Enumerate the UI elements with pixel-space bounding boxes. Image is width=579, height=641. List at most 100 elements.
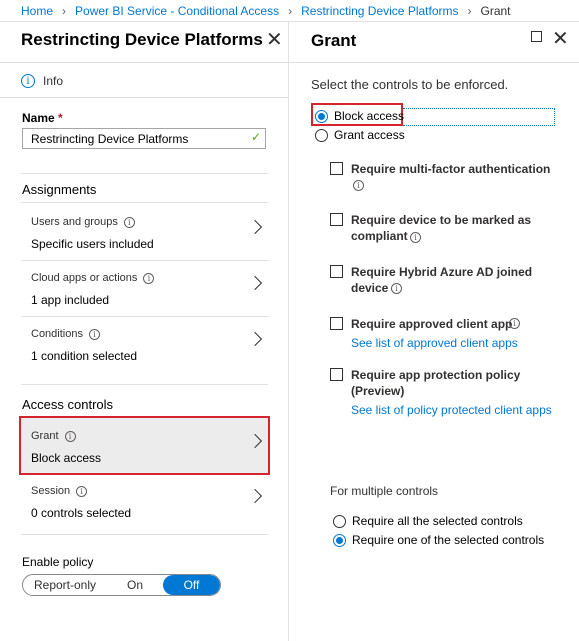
access-controls-heading: Access controls [22,397,114,412]
checkbox[interactable] [330,265,343,278]
info-button[interactable]: i Info [21,74,63,88]
toggle-report-only[interactable]: Report-only [23,575,107,595]
name-label: Name * [22,111,63,125]
access-control-session[interactable]: Session i 0 controls selected [21,473,268,528]
radio-button[interactable] [333,514,346,528]
breadcrumb: Home › Power BI Service - Conditional Ac… [0,0,579,22]
radio-block-access[interactable]: Block access [315,109,404,123]
checkbox-label-line2: (Preview) [351,384,405,398]
chevron-right-icon [247,488,263,504]
radio-button[interactable] [315,128,328,142]
radio-require-all[interactable]: Require all the selected controls [333,514,523,528]
info-icon: i [88,328,100,340]
info-icon: i [353,180,364,191]
info-icon: i [410,232,421,243]
toggle-off[interactable]: Off [163,575,220,595]
checkbox-require-approved-app[interactable]: Require approved client app [330,316,512,332]
link-protected-apps[interactable]: See list of policy protected client apps [351,403,552,417]
close-icon[interactable]: ✕ [266,30,283,50]
info-icon: i [123,216,135,228]
chevron-right-icon [247,433,263,449]
checkbox-require-mfa[interactable]: Require multi-factor authentication [330,161,550,177]
breadcrumb-policy[interactable]: Restrincting Device Platforms [301,4,458,18]
info-icon: i [143,272,155,284]
checkbox[interactable] [330,162,343,175]
radio-label: Require all the selected controls [352,514,523,528]
divider [21,384,268,385]
checkbox[interactable] [330,368,343,381]
item-label: Users and groups i [31,216,135,228]
breadcrumb-conditional-access[interactable]: Power BI Service - Conditional Access [75,4,279,18]
radio-grant-access[interactable]: Grant access [315,128,405,142]
name-field[interactable] [22,128,266,149]
focus-outline [403,108,555,126]
checkbox-label-line2: compliant [351,229,408,243]
item-label-text: Grant [31,430,59,442]
checkbox[interactable] [330,213,343,226]
item-label: Cloud apps or actions i [31,272,155,284]
divider [0,97,288,98]
breadcrumb-home[interactable]: Home [21,4,53,18]
checkbox-require-compliant[interactable]: Require device to be marked as compliant [330,212,531,244]
assignment-cloud-apps[interactable]: Cloud apps or actions i 1 app included [21,260,268,315]
access-control-grant[interactable]: Grant i Block access [19,416,270,475]
required-marker: * [58,111,63,125]
assignment-users-and-groups[interactable]: Users and groups i Specific users includ… [21,204,268,259]
info-icon: i [21,74,35,88]
divider [21,173,268,174]
checkbox-label-line1: Require device to be marked as [351,213,532,227]
multiple-controls-heading: For multiple controls [330,484,439,498]
item-label: Grant i [31,430,76,442]
name-label-text: Name [22,111,55,125]
checkbox-label: Require device to be marked as compliant [351,212,531,244]
chevron-right-icon: › [62,3,67,18]
info-icon: i [76,485,88,497]
checkbox-label-line2: device [351,281,389,295]
checkbox-label-line1: Require Hybrid Azure AD joined [351,265,533,279]
info-icon: i [509,318,520,329]
enable-policy-toggle[interactable]: Report-only On Off [22,574,221,596]
item-value: 0 controls selected [31,506,132,520]
chevron-right-icon: › [288,3,293,18]
item-label-text: Session [31,485,71,497]
radio-label: Require one of the selected controls [352,533,545,547]
divider [0,62,288,63]
link-approved-apps[interactable]: See list of approved client apps [351,336,518,350]
radio-label: Grant access [334,128,405,142]
checkbox-label: Require app protection policy (Preview) [351,367,520,399]
checkbox-label: Require approved client app [351,317,513,331]
divider [21,202,268,203]
info-label: Info [43,74,64,88]
chevron-right-icon: › [467,3,472,18]
checkbox-require-hybrid-joined[interactable]: Require Hybrid Azure AD joined device [330,264,532,296]
blade-title: Restrincting Device Platforms [21,30,263,49]
divider [289,62,579,63]
checkbox-require-app-protection[interactable]: Require app protection policy (Preview) [330,367,520,399]
toggle-on[interactable]: On [107,575,163,595]
divider [21,534,268,535]
checkbox-label-line1: Require app protection policy [351,368,521,382]
close-icon[interactable]: ✕ [552,29,569,49]
checkmark-icon: ✓ [251,130,262,144]
item-value: 1 app included [31,293,110,307]
radio-button[interactable] [315,109,328,123]
assignments-heading: Assignments [22,182,97,197]
radio-require-one[interactable]: Require one of the selected controls [333,533,544,547]
checkbox[interactable] [330,317,343,330]
assignment-conditions[interactable]: Conditions i 1 condition selected [21,316,268,371]
blade-title: Grant [311,31,357,50]
enable-policy-heading: Enable policy [22,555,94,569]
policy-blade: Restrincting Device Platforms ✕ i Info N… [0,22,289,641]
breadcrumb-current: Grant [480,3,511,18]
item-value: Block access [31,451,102,465]
chevron-right-icon [247,219,263,235]
item-label-text: Conditions [31,328,83,340]
radio-button[interactable] [333,533,346,547]
controls-prompt: Select the controls to be enforced. [311,77,509,92]
maximize-icon[interactable] [531,31,542,42]
item-value: Specific users included [31,237,154,251]
checkbox-label: Require Hybrid Azure AD joined device [351,264,532,296]
item-value: 1 condition selected [31,349,138,363]
item-label: Session i [31,485,88,497]
radio-label: Block access [334,109,405,123]
